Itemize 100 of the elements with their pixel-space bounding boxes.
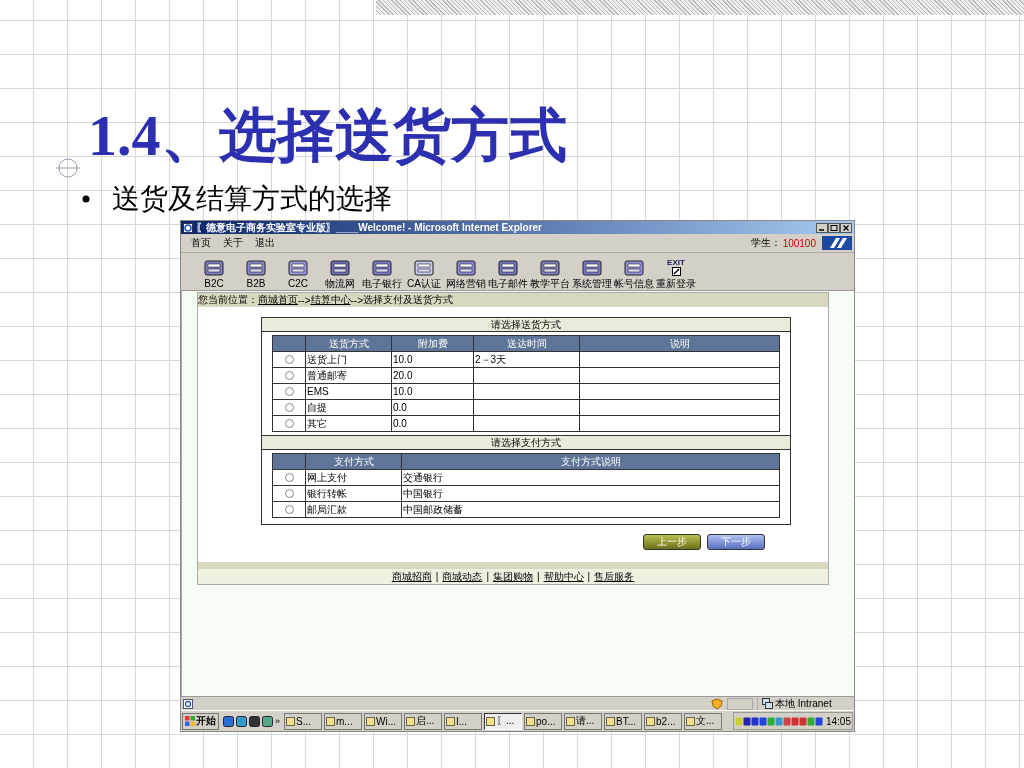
bullet-icon (82, 195, 90, 203)
toolbar-item[interactable]: 网络营销 (445, 259, 487, 289)
window-icon (486, 716, 495, 726)
footer-link[interactable]: 售后服务 (594, 569, 635, 584)
radio-button[interactable] (284, 489, 294, 499)
radio-button[interactable] (284, 387, 294, 397)
taskbar-button[interactable]: 〖... (484, 712, 522, 730)
toolbar-item[interactable]: 电子银行 (361, 259, 403, 289)
taskbar-button[interactable]: 请... (564, 712, 602, 730)
more-arrows[interactable]: » (275, 716, 280, 726)
window-icon (406, 716, 415, 726)
taskbar-button[interactable]: I... (444, 712, 482, 730)
app-icon (330, 259, 350, 277)
column-header: 送货方式 (305, 335, 392, 352)
window-icon (646, 716, 655, 726)
footer-link[interactable]: 帮助中心 (543, 569, 584, 584)
window-icon (326, 716, 335, 726)
slide-title: 1.4、选择送货方式 (88, 102, 568, 170)
security-zone: 本地 Intranet (775, 696, 832, 711)
column-header: 说明 (579, 335, 780, 352)
footer-link[interactable]: 集团购物 (493, 569, 533, 584)
section-title: 请选择送货方式 (262, 318, 790, 332)
table-cell: 中国邮政储蓄 (401, 501, 780, 518)
breadcrumb-current: 选择支付及送货方式 (363, 293, 453, 307)
app-icon (582, 259, 602, 277)
menu-item[interactable]: 关于 (223, 236, 243, 250)
window-title: 〖德意电子商务实验室专业版〗____Welcome! - Microsoft Internet Explorer (196, 221, 543, 234)
toolbar-item[interactable]: EXIT 重新登录 (655, 258, 697, 289)
radio-button[interactable] (284, 355, 294, 365)
table-cell: 0.0 (391, 415, 474, 432)
link-separator: | (486, 571, 489, 582)
toolbar-item[interactable]: CA认证 (403, 259, 445, 289)
radio-button[interactable] (284, 473, 294, 483)
radio-button[interactable] (284, 371, 294, 381)
breadcrumb-separator: --> (298, 294, 311, 306)
toolbar-item[interactable]: 物流网 (319, 259, 361, 289)
app-icon (204, 259, 224, 277)
app-icon (288, 259, 308, 277)
window-icon (606, 716, 615, 726)
window-icon (366, 716, 375, 726)
radio-button[interactable] (284, 419, 294, 429)
radio-button[interactable] (284, 505, 294, 515)
taskbar-button[interactable]: BT... (604, 712, 642, 730)
link-separator: | (435, 571, 439, 582)
window-icon (286, 716, 295, 726)
taskbar-button[interactable]: S... (284, 712, 322, 730)
toolbar-item[interactable]: 帐号信息 (613, 259, 655, 289)
column-header: 支付方式 (305, 453, 402, 470)
app-icon (624, 259, 644, 277)
logo-icon (822, 236, 852, 250)
app-icon (262, 715, 273, 727)
breadcrumb-separator: --> (350, 294, 363, 306)
exit-label: EXIT (667, 258, 685, 267)
window-icon (446, 716, 455, 726)
taskbar-button[interactable]: Wi... (364, 712, 402, 730)
app-icon (249, 715, 260, 727)
student-label: 学生： (750, 236, 781, 250)
toolbar-item[interactable]: 教学平台 (529, 259, 571, 289)
radio-button[interactable] (284, 403, 294, 413)
table-cell: 交通银行 (401, 469, 780, 486)
toolbar-item[interactable]: C2C (277, 259, 319, 289)
window-icon (566, 716, 575, 726)
network-icon (762, 698, 773, 709)
taskbar-button[interactable]: b2... (644, 712, 682, 730)
window-icon (686, 716, 695, 726)
table-cell: 邮局汇款 (305, 501, 402, 518)
window-icon (526, 716, 535, 726)
app-icon (236, 715, 247, 727)
pencil-icon (671, 267, 681, 276)
toolbar-item[interactable]: B2C (193, 259, 235, 289)
taskbar-button[interactable]: po... (524, 712, 562, 730)
clock: 14:05 (825, 715, 851, 727)
footer-link[interactable]: 商城动态 (442, 569, 483, 584)
table-cell: 10.0 (391, 383, 474, 400)
table-cell: 10.0 (391, 351, 474, 368)
menu-item[interactable]: 退出 (255, 236, 275, 250)
start-button[interactable]: 开始 (182, 712, 219, 730)
menu-item[interactable]: 首页 (191, 236, 211, 250)
table-cell: EMS (305, 383, 392, 400)
browser-icon (183, 222, 193, 233)
app-icon (414, 259, 434, 277)
table-cell: 银行转帐 (305, 485, 402, 502)
status-panel (727, 697, 753, 710)
app-icon (456, 259, 476, 277)
table-cell: 2－3天 (473, 351, 580, 368)
breadcrumb-link[interactable]: 商城首页 (258, 293, 298, 307)
toolbar-item[interactable]: 系统管理 (571, 259, 613, 289)
windows-logo-icon (185, 716, 195, 726)
taskbar-button[interactable]: 文... (684, 712, 722, 730)
link-separator: | (537, 571, 540, 582)
table-cell: 0.0 (391, 399, 474, 416)
footer-link[interactable]: 商城招商 (391, 569, 432, 584)
taskbar-button[interactable]: 启... (404, 712, 442, 730)
app-icon (540, 259, 560, 277)
taskbar-button[interactable]: m... (324, 712, 362, 730)
toolbar-item[interactable]: 电子邮件 (487, 259, 529, 289)
toolbar-item[interactable]: B2B (235, 259, 277, 289)
column-header: 附加费 (391, 335, 474, 352)
breadcrumb-label: 您当前位置： (198, 293, 258, 307)
breadcrumb-link[interactable]: 结算中心 (310, 293, 351, 307)
